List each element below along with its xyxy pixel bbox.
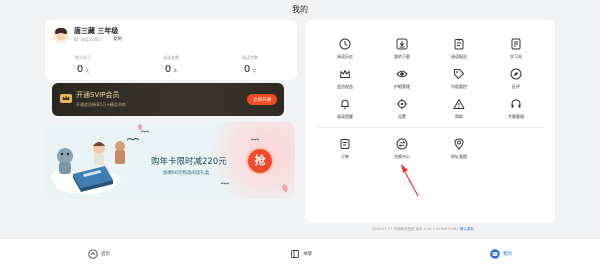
open-svip-button[interactable]: 立即开通	[247, 94, 277, 105]
nav-label: 书架	[303, 252, 312, 257]
service-label: 会员权益	[337, 84, 353, 89]
stat-label: 阅读本数	[163, 55, 179, 60]
service-member-benefits[interactable]: 会员权益	[315, 68, 375, 90]
service-evaluation[interactable]: 征评	[486, 68, 546, 90]
promo-subtitle: 加赠60元畅选阅读礼盒	[163, 171, 210, 176]
order-icon	[340, 139, 350, 149]
nav-label: 我的	[503, 252, 512, 257]
service-label: 帮助	[455, 114, 463, 119]
download-icon	[396, 38, 408, 50]
service-help[interactable]: 帮助	[429, 98, 489, 120]
service-label: 专属客服	[508, 114, 524, 119]
copy-id-button[interactable]: 复制	[113, 36, 122, 42]
stat-unit: 本	[173, 68, 178, 73]
robot-icon	[490, 249, 500, 259]
service-exchange-center[interactable]: 兑换中心	[372, 138, 432, 160]
warning-icon	[453, 99, 465, 109]
crown-icon	[340, 70, 350, 78]
home-icon	[88, 249, 98, 259]
version-text: 2024-03-27 阿纳斯塔西娅 版本 4.18.3 ID 84553381	[372, 227, 459, 231]
stat-value: 0	[164, 64, 172, 75]
notebook-icon	[511, 38, 521, 50]
service-label: 征评	[512, 84, 520, 89]
service-label: 阅读提醒	[337, 114, 353, 119]
service-settings[interactable]: 设置	[372, 98, 432, 120]
svip-title: 开通SVIP会员	[76, 91, 120, 99]
profile-card: 唐三藏 三年级 ID: 84553381 复制 累计学习 0天 阅读本数 0本 …	[45, 20, 297, 80]
location-icon	[454, 138, 464, 150]
stat-label: 阅读字数	[242, 55, 258, 60]
service-reading-reminder[interactable]: 阅读提醒	[315, 98, 375, 120]
service-label: 订单	[341, 154, 349, 159]
promo-title: 购年卡限时减220元	[151, 157, 227, 167]
svip-subtitle: 开通会员畅享5万+精品书库	[76, 102, 126, 107]
stat-value: 0	[76, 64, 84, 75]
services-card: 阅读历史 我的下载 阅读报告 学习本 会员权益 护眼管理 内容管控 征评 阅读提…	[305, 20, 555, 223]
stat-value: 0	[243, 64, 251, 75]
tag-icon	[454, 69, 464, 79]
bell-icon	[341, 99, 349, 109]
nav-home[interactable]: 首页	[88, 249, 110, 259]
stat-books-read[interactable]: 阅读本数 0本	[141, 55, 201, 75]
stat-unit: 天	[85, 68, 90, 73]
nav-bookshelf[interactable]: 书架	[290, 249, 312, 259]
eye-icon	[396, 70, 408, 78]
service-orders[interactable]: 订单	[315, 138, 375, 160]
service-eye-care[interactable]: 护眼管理	[372, 68, 432, 90]
service-label: 学习本	[510, 54, 522, 59]
service-content-control[interactable]: 内容管控	[429, 68, 489, 90]
user-id: ID: 84553381	[74, 37, 102, 42]
stat-unit: 字	[252, 68, 257, 73]
bottom-nav: 首页 书架 我的	[0, 238, 600, 270]
service-label: 阅读历史	[337, 54, 353, 59]
stat-words-read[interactable]: 阅读字数 0字	[220, 55, 280, 75]
service-reading-report[interactable]: 阅读报告	[429, 38, 489, 60]
compass-icon	[510, 68, 522, 80]
headset-icon	[511, 99, 521, 108]
grab-deal-button[interactable]: 抢	[248, 149, 272, 173]
page-title: 我的	[292, 5, 308, 14]
gear-icon	[396, 98, 408, 110]
svip-banner[interactable]: 开通SVIP会员 开通会员畅享5万+精品书库 立即开通	[52, 83, 284, 116]
service-study-book[interactable]: 学习本	[486, 38, 546, 60]
service-customer-service[interactable]: 专属客服	[486, 98, 546, 120]
user-name: 唐三藏 三年级	[74, 27, 119, 35]
service-my-downloads[interactable]: 我的下载	[372, 38, 432, 60]
service-label: 地址管理	[451, 154, 467, 159]
service-reading-history[interactable]: 阅读历史	[315, 38, 375, 60]
stat-study-days[interactable]: 累计学习 0天	[53, 55, 113, 75]
service-address-management[interactable]: 地址管理	[429, 138, 489, 160]
service-label: 我的下载	[394, 54, 410, 59]
report-icon	[454, 38, 464, 50]
service-label: 护眼管理	[394, 84, 410, 89]
clock-icon	[339, 38, 351, 50]
crown-icon	[60, 94, 72, 103]
nav-mine[interactable]: 我的	[490, 249, 512, 259]
exchange-icon	[396, 138, 408, 150]
service-label: 内容管控	[451, 84, 467, 89]
stat-label: 累计学习	[75, 55, 91, 60]
bookshelf-icon	[291, 250, 299, 258]
divider	[315, 127, 545, 128]
avatar[interactable]	[53, 27, 69, 43]
version-info: 2024-03-27 阿纳斯塔西娅 版本 4.18.3 ID 84553381 …	[372, 227, 474, 232]
service-label: 阅读报告	[451, 54, 467, 59]
nav-label: 首页	[101, 252, 110, 257]
check-update-link[interactable]: 确认更新	[460, 227, 474, 231]
service-label: 兑换中心	[394, 154, 410, 159]
service-label: 设置	[398, 114, 406, 119]
